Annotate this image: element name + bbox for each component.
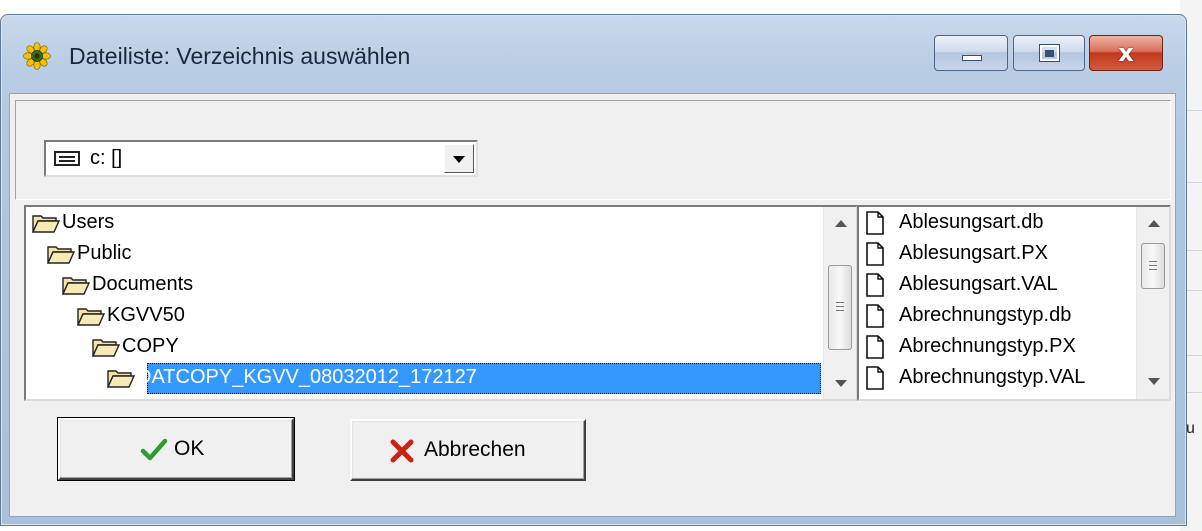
scroll-down-button[interactable] xyxy=(824,367,856,399)
scroll-thumb[interactable] xyxy=(828,265,852,350)
folder-item-label: COPY xyxy=(122,335,179,357)
file-list[interactable]: Ablesungsart.db Ablesungsart.PX Ablesungsa… xyxy=(857,205,1171,401)
file-item-label: Abrechnungstyp.db xyxy=(899,304,1072,326)
drive-combobox-value: c: [] xyxy=(90,147,123,169)
file-icon xyxy=(865,273,885,297)
folder-item-label: KGVV50 xyxy=(107,304,185,326)
arrow-down-icon xyxy=(835,380,847,387)
folder-item-label: Public xyxy=(77,242,132,264)
file-item-label: Abrechnungstyp.PX xyxy=(899,335,1076,357)
ok-button-label: OK xyxy=(174,437,205,460)
drive-dropdown-button[interactable] xyxy=(444,144,474,173)
window-title: Dateiliste: Verzeichnis auswählen xyxy=(69,43,411,69)
minimize-icon xyxy=(962,55,982,61)
folder-list[interactable]: Users Public Documents KGVV50 COPY DATCOPY_KG… xyxy=(24,205,858,401)
chevron-down-icon xyxy=(453,156,465,163)
scroll-up-button[interactable] xyxy=(824,207,856,239)
file-item[interactable]: Abrechnungstyp.PX xyxy=(859,332,1129,363)
folder-item-selected[interactable]: DATCOPY_KGVV_08032012_172127 xyxy=(26,363,821,394)
file-item[interactable]: Abrechnungstyp.VAL xyxy=(859,363,1129,394)
maximize-button[interactable] xyxy=(1013,35,1085,71)
scroll-up-button[interactable] xyxy=(1137,207,1169,239)
file-item[interactable]: Ablesungsart.PX xyxy=(859,239,1129,270)
close-button[interactable]: x xyxy=(1089,35,1163,71)
folder-item-label: DATCOPY_KGVV_08032012_172127 xyxy=(137,366,477,388)
arrow-down-icon xyxy=(1148,378,1160,385)
drive-combobox[interactable]: c: [] xyxy=(44,140,478,177)
open-folder-icon xyxy=(76,306,106,326)
open-folder-icon xyxy=(106,368,136,388)
title-bar[interactable]: Dateiliste: Verzeichnis auswählen x xyxy=(1,15,1186,93)
arrow-up-icon xyxy=(835,220,847,227)
file-item[interactable]: Ablesungsart.db xyxy=(859,208,1129,239)
file-list-scrollbar[interactable] xyxy=(1136,207,1169,399)
minimize-button[interactable] xyxy=(934,35,1008,71)
folder-list-scrollbar[interactable] xyxy=(823,207,856,399)
drive-icon xyxy=(54,151,80,166)
file-icon xyxy=(865,335,885,359)
dialog-window: Dateiliste: Verzeichnis auswählen x c: [… xyxy=(0,14,1187,526)
red-x-icon xyxy=(390,439,414,463)
file-icon xyxy=(865,304,885,328)
open-folder-icon xyxy=(46,244,76,264)
folder-item[interactable]: COPY xyxy=(26,332,821,363)
checkmark-icon xyxy=(140,438,168,461)
file-item-label: Abrechnungstyp.VAL xyxy=(899,366,1086,388)
file-item[interactable]: Ablesungsart.VAL xyxy=(859,270,1129,301)
scroll-thumb[interactable] xyxy=(1141,243,1165,289)
close-icon: x xyxy=(1118,39,1134,67)
scroll-down-button[interactable] xyxy=(1137,365,1169,397)
sunflower-icon xyxy=(23,42,51,70)
open-folder-icon xyxy=(61,275,91,295)
background-text-fragment: u xyxy=(1186,420,1195,437)
maximize-icon xyxy=(1040,45,1059,61)
cancel-button[interactable]: Abbrechen xyxy=(350,419,586,481)
file-item-label: Ablesungsart.VAL xyxy=(899,273,1058,295)
dialog-client-area: c: [] Users Public Documents KGVV50 COPY DATC… xyxy=(9,93,1176,517)
folder-item[interactable]: Public xyxy=(26,239,821,270)
file-item[interactable]: Abrechnungstyp.db xyxy=(859,301,1129,332)
file-item-label: Ablesungsart.PX xyxy=(899,242,1048,264)
cancel-button-label: Abbrechen xyxy=(424,438,526,461)
file-item-label: Ablesungsart.db xyxy=(899,211,1044,233)
arrow-up-icon xyxy=(1148,220,1160,227)
folder-item[interactable]: KGVV50 xyxy=(26,301,821,332)
file-icon xyxy=(865,242,885,266)
open-folder-icon xyxy=(31,213,61,233)
folder-item-label: Documents xyxy=(92,273,194,295)
folder-item[interactable]: Users xyxy=(26,208,821,239)
open-folder-icon xyxy=(91,337,121,357)
folder-item[interactable]: Documents xyxy=(26,270,821,301)
file-icon xyxy=(865,211,885,235)
ok-button[interactable]: OK xyxy=(57,417,295,481)
file-icon xyxy=(865,366,885,390)
folder-item-label: Users xyxy=(62,211,115,233)
